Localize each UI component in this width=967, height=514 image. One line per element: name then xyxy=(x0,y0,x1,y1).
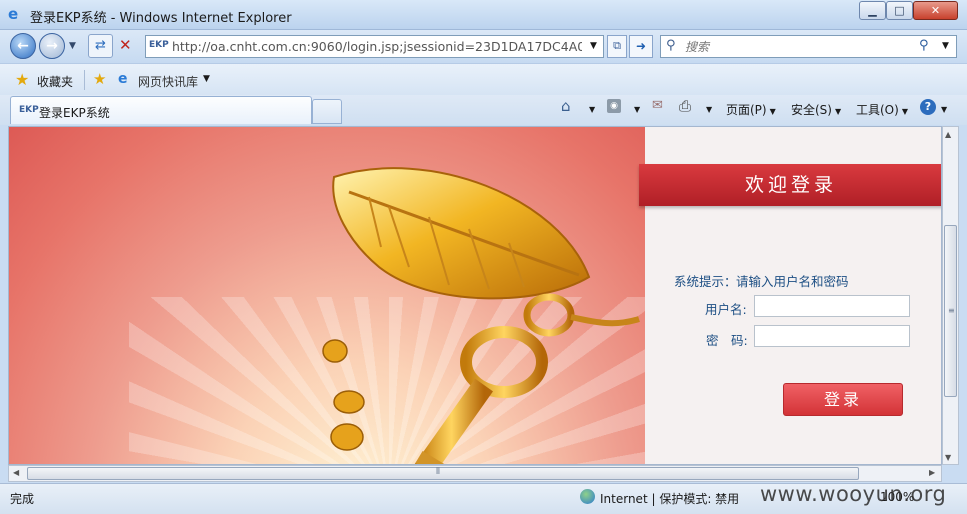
watermark-text: www.wooyun.org xyxy=(760,482,947,506)
security-zone-text[interactable]: Internet | 保护模式: 禁用 xyxy=(600,490,739,507)
print-icon[interactable]: ⎙ xyxy=(679,97,691,115)
back-button[interactable]: ← xyxy=(10,33,36,59)
minimize-button[interactable]: ▁ xyxy=(859,1,886,20)
page-menu-label: 页面(P) xyxy=(726,103,767,117)
scroll-left-icon[interactable]: ◀ xyxy=(13,468,19,477)
tab-label: 登录EKP系统 xyxy=(39,106,110,120)
tab-login-ekp[interactable]: EKP 登录EKP系统 xyxy=(10,96,312,124)
system-hint-text: 请输入用户名和密码 xyxy=(736,274,849,289)
stop-icon: ✕ xyxy=(119,36,132,54)
home-icon[interactable]: ⌂ xyxy=(561,97,571,115)
compatibility-view-button[interactable]: ⧉ xyxy=(607,35,627,58)
history-dropdown-icon[interactable]: ▼ xyxy=(69,41,76,51)
refresh-icon: ⇄ xyxy=(95,38,106,53)
address-bar[interactable]: EKP http://oa.cnht.com.cn:9060/login.jsp… xyxy=(145,35,604,58)
safety-menu-label: 安全(S) xyxy=(791,103,832,117)
safety-menu[interactable]: 安全(S) ▼ xyxy=(791,101,841,118)
search-options-dropdown-icon[interactable]: ▼ xyxy=(942,41,949,51)
tools-menu-label: 工具(O) xyxy=(856,103,899,117)
toolbar-divider xyxy=(84,70,85,90)
system-hint-label: 系统提示： xyxy=(674,274,737,289)
search-provider-icon: ⚲ xyxy=(666,38,676,53)
navigation-bar: ← → ▼ ⇄ ✕ EKP http://oa.cnht.com.cn:9060… xyxy=(0,30,967,63)
stop-button[interactable]: ✕ xyxy=(119,36,132,54)
web-slice-dropdown-icon[interactable]: ▼ xyxy=(203,74,210,84)
home-dropdown-icon[interactable]: ▼ xyxy=(586,101,595,115)
vertical-scrollbar[interactable]: ▲ ≡ ▼ xyxy=(942,126,959,465)
compatibility-icon: ⧉ xyxy=(613,39,621,52)
password-label: 密 码: xyxy=(706,333,748,348)
welcome-title: 欢迎登录 xyxy=(744,174,837,196)
vertical-scroll-thumb[interactable]: ≡ xyxy=(944,225,957,397)
ie-logo-icon: e xyxy=(118,71,128,87)
favorites-button-label[interactable]: 收藏夹 xyxy=(37,73,73,90)
refresh-button[interactable]: ⇄ xyxy=(88,34,113,58)
gold-coins-illustration xyxy=(322,339,365,451)
feeds-icon[interactable]: ◉ xyxy=(607,99,621,113)
window-title: 登录EKP系统 - Windows Internet Explorer xyxy=(30,11,292,26)
welcome-banner: 欢迎登录 xyxy=(639,164,941,206)
username-label: 用户名: xyxy=(705,302,747,317)
maximize-button[interactable]: □ xyxy=(886,1,913,20)
search-box[interactable]: ⚲ ⚲ ▼ xyxy=(660,35,957,58)
web-slice-gallery-link[interactable]: 网页快讯库 xyxy=(138,73,198,90)
login-banner-image xyxy=(9,127,649,464)
chevron-down-icon: ▼ xyxy=(901,107,908,116)
add-favorite-icon[interactable]: ★ xyxy=(93,70,106,88)
status-bar: 完成 Internet | 保护模式: 禁用 100% www.wooyun.o… xyxy=(0,482,967,514)
horizontal-scrollbar[interactable]: ◀ ⦀ ▶ xyxy=(8,465,942,482)
go-button[interactable]: ➜ xyxy=(629,35,653,58)
ie-logo-icon: e xyxy=(8,5,19,23)
site-favicon-icon: EKP xyxy=(149,40,169,50)
forward-button[interactable]: → xyxy=(39,33,65,59)
new-tab-button[interactable] xyxy=(312,99,342,124)
page-menu[interactable]: 页面(P) ▼ xyxy=(726,101,776,118)
favorites-bar: ★ 收藏夹 ★ e 网页快讯库 ▼ xyxy=(0,63,967,95)
search-icon[interactable]: ⚲ xyxy=(919,38,929,53)
scroll-down-icon[interactable]: ▼ xyxy=(945,453,951,462)
password-field[interactable] xyxy=(754,325,910,347)
scroll-up-icon[interactable]: ▲ xyxy=(945,130,951,139)
help-dropdown-icon[interactable]: ▼ xyxy=(938,101,947,115)
username-field[interactable] xyxy=(754,295,910,317)
tab-bar: EKP 登录EKP系统 ⌂ ▼ ◉ ▼ ✉ ⎙ ▼ 页面(P) ▼ 安全(S) ▼ … xyxy=(0,95,967,125)
globe-icon xyxy=(580,489,595,504)
chevron-down-icon: ▼ xyxy=(769,107,776,116)
grip-icon: ≡ xyxy=(948,306,955,315)
tools-menu[interactable]: 工具(O) ▼ xyxy=(856,101,908,118)
mail-icon[interactable]: ✉ xyxy=(652,98,663,113)
login-button[interactable]: 登录 xyxy=(783,383,903,416)
feeds-dropdown-icon[interactable]: ▼ xyxy=(631,101,640,115)
chevron-down-icon: ▼ xyxy=(834,107,842,116)
address-dropdown-icon[interactable]: ▼ xyxy=(590,41,597,51)
window-title-bar: e 登录EKP系统 - Windows Internet Explorer ▁ … xyxy=(0,0,967,30)
status-text: 完成 xyxy=(10,492,35,506)
back-icon: ← xyxy=(17,38,29,54)
site-favicon-icon: EKP xyxy=(19,105,39,115)
go-icon: ➜ xyxy=(635,39,647,53)
forward-icon: → xyxy=(46,38,58,54)
horizontal-scroll-thumb[interactable]: ⦀ xyxy=(27,467,859,480)
grip-icon: ⦀ xyxy=(436,467,440,477)
address-url[interactable]: http://oa.cnht.com.cn:9060/login.jsp;jse… xyxy=(172,39,582,54)
favorites-star-icon[interactable]: ★ xyxy=(15,70,29,89)
search-input[interactable] xyxy=(685,38,885,55)
close-button[interactable]: ✕ xyxy=(913,1,958,20)
help-icon[interactable]: ? xyxy=(920,99,936,115)
page-viewport: 欢迎登录 系统提示： 请输入用户名和密码 用户名: 密 码: 登录 xyxy=(8,126,942,465)
print-dropdown-icon[interactable]: ▼ xyxy=(703,101,712,115)
scroll-right-icon[interactable]: ▶ xyxy=(929,468,935,477)
login-panel: 欢迎登录 系统提示： 请输入用户名和密码 用户名: 密 码: 登录 xyxy=(639,127,941,464)
